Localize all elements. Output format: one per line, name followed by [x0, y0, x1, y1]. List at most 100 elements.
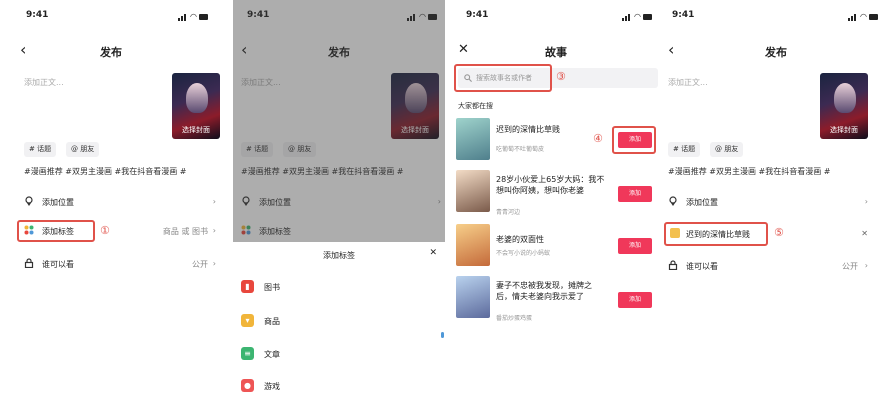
story-title: 老婆的双面性 [496, 235, 544, 244]
option-label: 文章 [264, 350, 280, 359]
label-hint: 商品 或 图书 [162, 227, 208, 236]
cover-image[interactable]: 选择封面 [172, 73, 220, 139]
modal-overlay[interactable] [233, 0, 445, 242]
signal-icon [184, 14, 186, 21]
chevron-right-icon: › [864, 261, 868, 270]
story-author: 青青河边 [496, 209, 521, 216]
hashtags: #漫画推荐 #双男主漫画 #我在抖音看漫画 # [24, 167, 187, 176]
visibility-value: 公开 [842, 262, 858, 271]
add-label-sheet: 添加标签 ✕ ▮ 图书 ▾ 商品 ≡ 文章 ● 游戏 [233, 242, 445, 400]
status-icons: ◠ [848, 13, 878, 21]
wifi-icon: ◠ [190, 12, 197, 21]
page-title: 发布 [765, 46, 787, 59]
signal-icon [181, 16, 183, 21]
body-text-input[interactable]: 添加正文... [668, 77, 708, 88]
add-button[interactable]: 添加 [618, 238, 652, 254]
highlight-box [17, 220, 95, 242]
add-button[interactable]: 添加 [618, 186, 652, 202]
signal-icon [851, 16, 853, 21]
visibility-label: 谁可以看 [42, 260, 74, 269]
lock-icon [668, 260, 678, 270]
highlight-box [664, 222, 768, 246]
signal-icon [178, 18, 180, 21]
choose-cover-label: 选择封面 [182, 126, 210, 134]
status-bar: 9:41 ◠ [452, 8, 660, 24]
signal-icon [854, 14, 856, 21]
chevron-right-icon: › [212, 226, 216, 235]
add-location-row[interactable]: 添加位置 › [664, 194, 888, 212]
story-title: 28岁小伙爱上65岁大妈：我不想叫你阿姨，想叫你老婆 [496, 175, 605, 195]
option-label: 图书 [264, 283, 280, 292]
nav-bar: ✕ 故事 [452, 40, 660, 62]
add-location-row[interactable]: 添加位置 › [0, 194, 222, 212]
page-title: 故事 [545, 46, 567, 59]
publish-screen-1: 9:41 ◠ ‹ 发布 添加正文... 选择封面 # 话题 @ 朋友 #漫画推荐… [0, 0, 222, 400]
story-author: 吃葡萄不吐葡萄皮 [496, 146, 545, 153]
publish-screen-with-story: 9:41 ◠ ‹ 发布 添加正文... 选择封面 # 话题 @ 朋友 #漫画推荐… [664, 0, 888, 400]
status-icons: ◠ [622, 13, 652, 21]
battery-icon [643, 14, 652, 20]
option-label: 商品 [264, 317, 280, 326]
wifi-icon: ◠ [860, 12, 867, 21]
status-time: 9:41 [466, 10, 489, 20]
story-item[interactable]: 妻子不忠被我发现，摊牌之后，情夫老婆向我示爱了 番茄炒蛋鸡蛋 添加 [456, 276, 656, 324]
visibility-row[interactable]: 谁可以看 公开 › [0, 256, 222, 274]
nav-bar: ‹ 发布 [664, 40, 888, 62]
location-icon [25, 196, 33, 206]
wifi-icon: ◠ [634, 12, 641, 21]
step-badge: ⑤ [774, 226, 784, 239]
hashtags: #漫画推荐 #双男主漫画 #我在抖音看漫画 # [668, 167, 831, 176]
story-title: 迟到的深情比草贱 [496, 125, 560, 134]
story-item[interactable]: 28岁小伙爱上65岁大妈：我不想叫你阿姨，想叫你老婆 青青河边 添加 [456, 170, 656, 218]
signal-icon [628, 14, 630, 21]
friend-chip[interactable]: @ 朋友 [710, 142, 744, 157]
topic-chip[interactable]: # 话题 [668, 142, 701, 157]
visibility-value: 公开 [192, 260, 208, 269]
sheet-title: 添加标签 [323, 251, 355, 260]
status-time: 9:41 [26, 10, 49, 20]
article-icon: ≡ [241, 347, 254, 360]
add-location-label: 添加位置 [686, 198, 718, 207]
status-bar: 9:41 ◠ [664, 8, 888, 24]
signal-icon [622, 18, 624, 21]
cover-image[interactable]: 选择封面 [820, 73, 868, 139]
scroll-indicator[interactable] [441, 332, 444, 338]
signal-icon [848, 18, 850, 21]
nav-bar: ‹ 发布 [0, 40, 222, 62]
story-item[interactable]: 老婆的双面性 不会写小说的小蚂蚁 添加 [456, 224, 656, 272]
story-thumbnail [456, 224, 490, 266]
step-badge: ① [100, 224, 110, 237]
story-thumbnail [456, 118, 490, 160]
add-button[interactable]: 添加 [618, 292, 652, 308]
story-thumbnail [456, 276, 490, 318]
option-label: 游戏 [264, 382, 280, 391]
close-icon[interactable]: ✕ [429, 248, 437, 258]
story-thumbnail [456, 170, 490, 212]
status-icons: ◠ [178, 13, 208, 21]
step-badge: ④ [593, 132, 603, 145]
visibility-label: 谁可以看 [686, 262, 718, 271]
highlight-box [612, 126, 656, 154]
page-title: 发布 [100, 46, 122, 59]
lock-icon [24, 258, 34, 268]
friend-chip[interactable]: @ 朋友 [66, 142, 100, 157]
topic-chip[interactable]: # 话题 [24, 142, 57, 157]
highlight-box [454, 64, 552, 92]
publish-screen-label-sheet: 9:41 ◠ ‹ 发布 添加正文... 选择封面 # 话题 @ 朋友 #漫画推荐… [233, 0, 445, 400]
chevron-right-icon: › [212, 197, 216, 206]
choose-cover-label: 选择封面 [830, 126, 858, 134]
chevron-right-icon: › [212, 259, 216, 268]
add-location-label: 添加位置 [42, 198, 74, 207]
location-icon [669, 196, 677, 206]
book-icon: ▮ [241, 280, 254, 293]
chevron-right-icon: › [864, 197, 868, 206]
story-author: 番茄炒蛋鸡蛋 [496, 315, 533, 322]
signal-icon [625, 16, 627, 21]
step-badge: ③ [556, 70, 566, 83]
status-time: 9:41 [672, 10, 695, 20]
remove-icon[interactable]: ✕ [861, 229, 868, 238]
visibility-row[interactable]: 谁可以看 公开 › [664, 258, 888, 276]
battery-icon [869, 14, 878, 20]
body-text-input[interactable]: 添加正文... [24, 77, 64, 88]
story-title: 妻子不忠被我发现，摊牌之后，情夫老婆向我示爱了 [496, 281, 592, 301]
